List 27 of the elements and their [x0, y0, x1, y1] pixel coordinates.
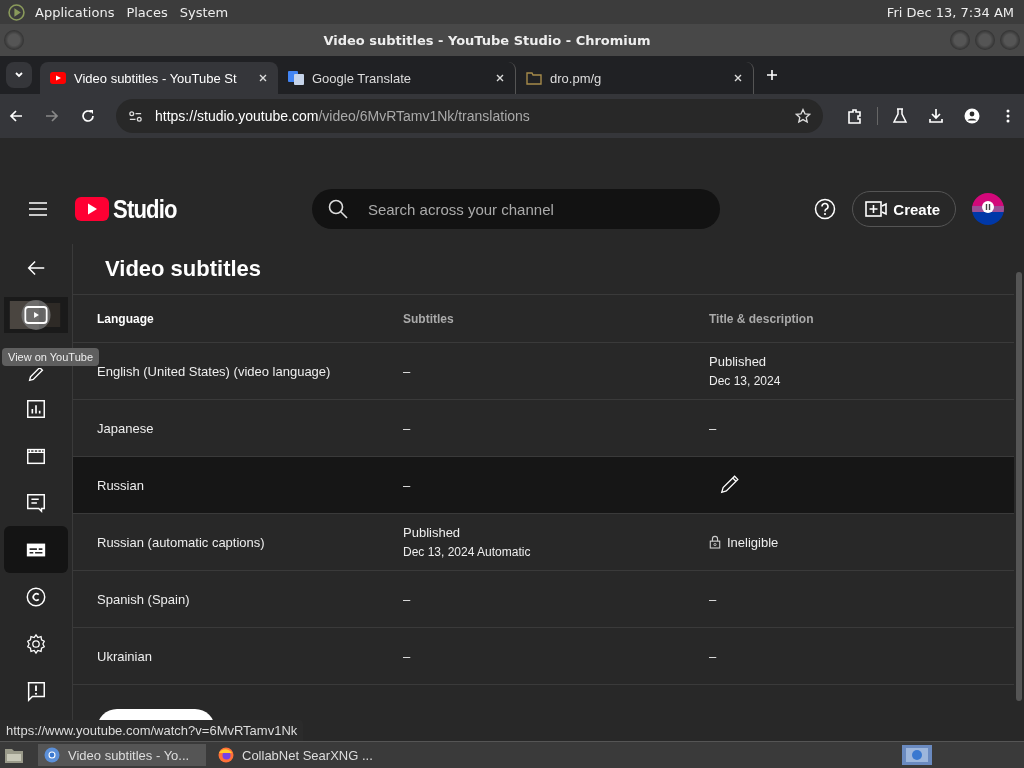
status-date: Dec 13, 2024 Automatic — [403, 545, 532, 559]
empty-dash: – — [403, 363, 411, 379]
empty-dash: – — [709, 648, 717, 664]
page-title: Video subtitles — [104, 255, 263, 283]
language-cell-text: Spanish (Spain) — [97, 591, 191, 607]
empty-dash: – — [403, 648, 411, 664]
studio-logo-text: Studio — [113, 193, 177, 225]
language-cell-text: Japanese — [97, 420, 155, 436]
ineligible-label: Ineligible — [727, 534, 779, 550]
clock: Fri Dec 13, 7:34 AM — [886, 4, 1014, 20]
empty-dash: – — [403, 420, 411, 436]
status-date: Dec 13, 2024 — [709, 374, 782, 388]
column-header: Subtitles — [403, 311, 455, 326]
status-text: Published — [709, 354, 768, 369]
view-on-youtube-tooltip: View on YouTube — [2, 348, 100, 366]
language-cell-text: Russian — [97, 477, 145, 493]
language-cell-text: Russian (automatic captions) — [97, 534, 266, 550]
window-title: Video subtitles - YouTube Studio - Chromium — [322, 32, 652, 48]
empty-dash: – — [403, 477, 411, 493]
status-text: Published — [403, 525, 462, 540]
column-header: Title & description — [709, 311, 815, 326]
empty-dash: – — [709, 420, 717, 436]
empty-dash: – — [709, 591, 717, 607]
column-header: Language — [97, 311, 155, 326]
language-cell-text: English (United States) (video language) — [97, 363, 332, 379]
language-cell-text: Ukrainian — [97, 648, 153, 664]
empty-dash: – — [403, 591, 411, 607]
